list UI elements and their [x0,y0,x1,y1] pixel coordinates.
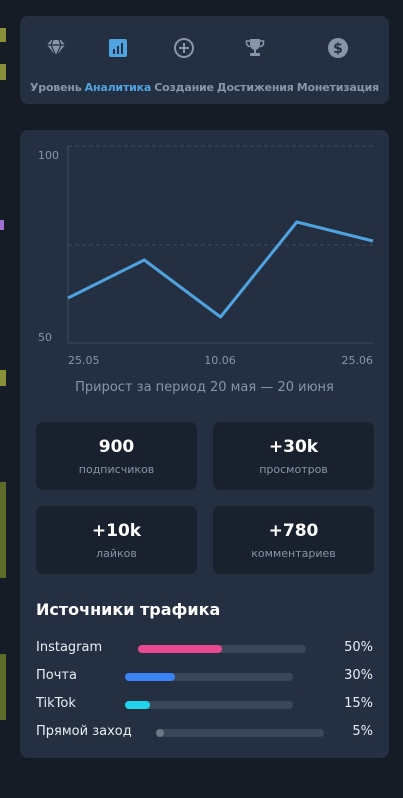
plus-circle-icon [172,36,196,60]
stat-card-views: +30k просмотров [213,422,374,490]
background-fragment [0,64,6,80]
stat-value: +30k [268,437,319,457]
svg-text:$: $ [333,41,343,57]
background-fragment [0,654,6,720]
stat-card-likes: +10k лайков [36,506,197,574]
stat-value: +780 [268,521,319,541]
source-name: Почта [36,668,77,683]
progress-track [138,645,306,653]
traffic-row-direct: Прямой заход 5% [36,722,373,742]
tab-label: Аналитика [84,81,152,94]
stat-label: лайков [96,547,137,560]
tab-level[interactable]: Уровень [30,16,82,104]
background-fragment [0,482,6,578]
tab-bar: Уровень Аналитика Создание Достижения $ … [20,16,389,104]
stat-card-subscribers: 900 подписчиков [36,422,197,490]
stat-value: +10k [91,521,142,541]
source-name: TikTok [36,696,76,711]
progress-track [156,729,324,737]
traffic-row-mail: Почта 30% [36,666,373,686]
tab-achievements[interactable]: Достижения [217,16,294,104]
x-tick-label: 25.06 [342,354,374,367]
x-tick-label: 25.05 [68,354,100,367]
series-line [67,220,374,319]
growth-chart: 100 50 25.05 10.06 25.06 [38,145,374,367]
background-fragment [0,28,6,42]
tab-label: Уровень [30,81,82,94]
background-fragment [0,220,4,230]
tab-label: Монетизация [296,81,379,94]
progress-fill [138,645,222,653]
traffic-sources-title: Источники трафика [36,600,221,619]
tab-label: Достижения [216,81,294,94]
dollar-icon: $ [326,36,350,60]
progress-fill [125,673,176,681]
traffic-row-instagram: Instagram 50% [36,638,373,658]
tab-create[interactable]: Создание [154,16,214,104]
period-caption: Прирост за период 20 мая — 20 июня [75,380,334,395]
stat-label: просмотров [259,463,328,476]
bar-chart-icon [106,36,130,60]
tab-analytics[interactable]: Аналитика [85,16,151,104]
tab-label: Создание [154,81,214,94]
background-fragment [0,370,6,386]
source-percent: 15% [344,696,373,711]
source-percent: 5% [352,724,373,739]
progress-track [125,673,293,681]
source-name: Instagram [36,640,103,655]
y-tick-label: 50 [38,331,52,344]
progress-fill [125,701,151,709]
tab-monetization[interactable]: $ Монетизация [297,16,379,104]
source-percent: 50% [344,640,373,655]
x-tick-label: 10.06 [204,354,236,367]
diamond-icon [44,36,68,60]
y-tick-label: 100 [38,149,59,162]
stat-label: подписчиков [78,463,155,476]
stat-label: комментариев [251,547,336,560]
trophy-icon [243,36,267,60]
stat-value: 900 [98,437,135,457]
stat-card-comments: +780 комментариев [213,506,374,574]
analytics-panel: 100 50 25.05 10.06 25.06 Прирост за пери… [20,130,389,758]
progress-fill [156,729,165,737]
progress-track [125,701,293,709]
traffic-row-tiktok: TikTok 15% [36,694,373,714]
source-name: Прямой заход [36,724,132,739]
source-percent: 30% [344,668,373,683]
